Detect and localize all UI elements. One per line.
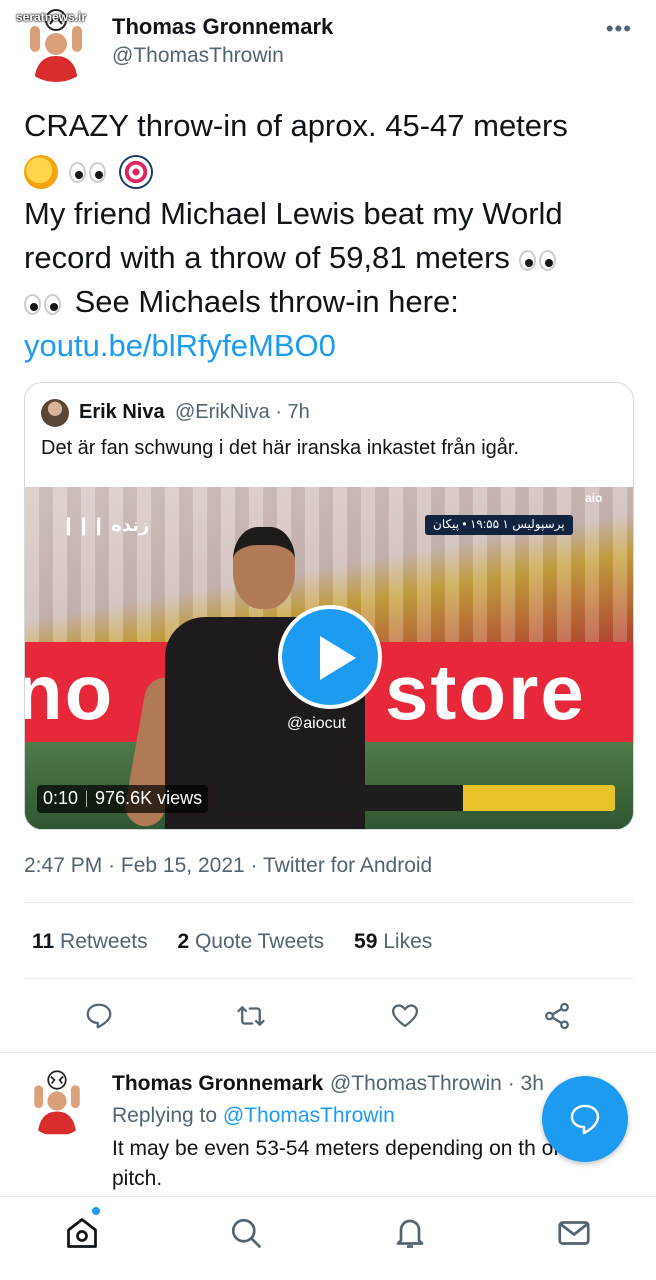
reply-icon[interactable] bbox=[84, 1001, 114, 1031]
reply-author-handle[interactable]: @ThomasThrowin · 3h bbox=[330, 1072, 544, 1096]
video-player[interactable]: no store ❙❙❙ زنده پرسپولیس ۱ ۱۹:۵۵ • پیک… bbox=[25, 487, 633, 829]
eyes-icon bbox=[518, 249, 559, 271]
site-watermark: seratnews.ir bbox=[16, 10, 87, 24]
channel-logo-icon: aio bbox=[585, 491, 603, 505]
messages-icon[interactable] bbox=[556, 1215, 592, 1251]
tweet-line-4-text: record with a throw of 59,81 meters bbox=[24, 240, 510, 275]
video-watermark: @aiocut bbox=[287, 715, 346, 732]
tweet-line-1: CRAZY throw-in of aprox. 45-47 meters bbox=[24, 108, 568, 143]
reply-author-name[interactable]: Thomas Gronnemark bbox=[112, 1072, 323, 1096]
quotes-label: Quote Tweets bbox=[194, 930, 325, 953]
like-icon[interactable] bbox=[390, 1001, 420, 1031]
meta-separator: · bbox=[250, 854, 258, 877]
quoted-author-name[interactable]: Erik Niva bbox=[79, 401, 165, 424]
tweet-header: seratnews.ir Thomas Gronnemark @ThomasTh… bbox=[0, 0, 656, 90]
tweet-link[interactable]: youtu.be/blRfyfeMBO0 bbox=[24, 324, 634, 368]
tweet-text: CRAZY throw-in of aprox. 45-47 meters My… bbox=[24, 104, 634, 368]
author-name[interactable]: Thomas Gronnemark bbox=[112, 14, 333, 40]
banner-right-text: store bbox=[385, 648, 586, 736]
eyes-icon bbox=[24, 293, 64, 315]
tweet-stats: 11 Retweets 2 Quote Tweets 59 Likes bbox=[32, 930, 456, 954]
retweet-icon[interactable] bbox=[236, 1001, 266, 1031]
scoreboard: پرسپولیس ۱ ۱۹:۵۵ • پیکان bbox=[425, 515, 573, 535]
quoted-tweet[interactable]: Erik Niva @ErikNiva · 7h Det är fan schw… bbox=[24, 382, 634, 830]
reply-bubble-icon bbox=[570, 1104, 600, 1135]
reply-author-avatar[interactable] bbox=[22, 1066, 92, 1136]
tweet-source[interactable]: Twitter for Android bbox=[263, 854, 432, 877]
tweet-meta: 2:47 PM · Feb 15, 2021 · Twitter for And… bbox=[24, 854, 432, 878]
quoted-time: · 7h bbox=[275, 401, 310, 423]
eyes-icon bbox=[68, 161, 109, 183]
tweet-line-4: record with a throw of 59,81 meters bbox=[24, 236, 634, 280]
share-icon[interactable] bbox=[542, 1001, 572, 1031]
meta-separator: · bbox=[108, 854, 116, 877]
video-duration-views: 0:10 976.6K views bbox=[37, 785, 209, 813]
banner-left-text: no bbox=[25, 648, 115, 736]
sun-icon bbox=[24, 154, 58, 189]
video-ticker bbox=[215, 785, 615, 811]
tweet-line-5: See Michaels throw-in here: bbox=[24, 280, 634, 324]
search-icon[interactable] bbox=[228, 1215, 264, 1251]
likes-stat[interactable]: 59 Likes bbox=[354, 930, 432, 953]
author-handle[interactable]: @ThomasThrowin bbox=[112, 44, 284, 68]
retweets-label: Retweets bbox=[60, 930, 148, 953]
replying-prefix: Replying to bbox=[112, 1104, 218, 1127]
more-options-icon[interactable]: ••• bbox=[606, 16, 632, 42]
video-duration: 0:10 bbox=[43, 788, 79, 808]
quotes-count: 2 bbox=[177, 930, 190, 953]
player-head bbox=[233, 527, 295, 609]
replying-to: Replying to @ThomasThrowin bbox=[112, 1104, 395, 1128]
likes-label: Likes bbox=[383, 930, 433, 953]
retweets-stat[interactable]: 11 Retweets bbox=[32, 930, 148, 953]
quoted-text: Det är fan schwung i det här iranska ink… bbox=[41, 437, 520, 459]
video-views: 976.6K views bbox=[95, 788, 203, 808]
home-icon[interactable] bbox=[64, 1215, 100, 1251]
live-text: زنده bbox=[111, 515, 150, 535]
live-label: ❙❙❙ زنده bbox=[61, 515, 150, 535]
notifications-icon[interactable] bbox=[392, 1215, 428, 1251]
likes-count: 59 bbox=[354, 930, 378, 953]
play-icon[interactable] bbox=[278, 605, 382, 709]
quoted-author-handle: @ErikNiva · 7h bbox=[175, 401, 310, 424]
tweet-date: Feb 15, 2021 bbox=[120, 854, 245, 877]
divider bbox=[24, 902, 634, 903]
target-icon bbox=[119, 154, 154, 189]
replying-handle-link[interactable]: @ThomasThrowin bbox=[223, 1104, 395, 1127]
tweet-time: 2:47 PM bbox=[24, 854, 103, 877]
tweet-line-3: My friend Michael Lewis beat my World bbox=[24, 196, 563, 231]
divider bbox=[24, 978, 634, 979]
tweet-actions bbox=[0, 995, 656, 1039]
quote-tweets-stat[interactable]: 2 Quote Tweets bbox=[177, 930, 324, 953]
divider bbox=[0, 1052, 656, 1053]
quoted-author-avatar[interactable] bbox=[41, 399, 69, 427]
quoted-handle-text: @ErikNiva bbox=[175, 401, 270, 423]
home-notification-dot bbox=[92, 1207, 100, 1215]
retweets-count: 11 bbox=[32, 930, 55, 953]
tweet-emoji-line bbox=[24, 148, 634, 192]
bottom-nav bbox=[0, 1196, 656, 1280]
compose-reply-button[interactable] bbox=[542, 1076, 628, 1162]
tweet-line-5-text: See Michaels throw-in here: bbox=[66, 284, 459, 319]
